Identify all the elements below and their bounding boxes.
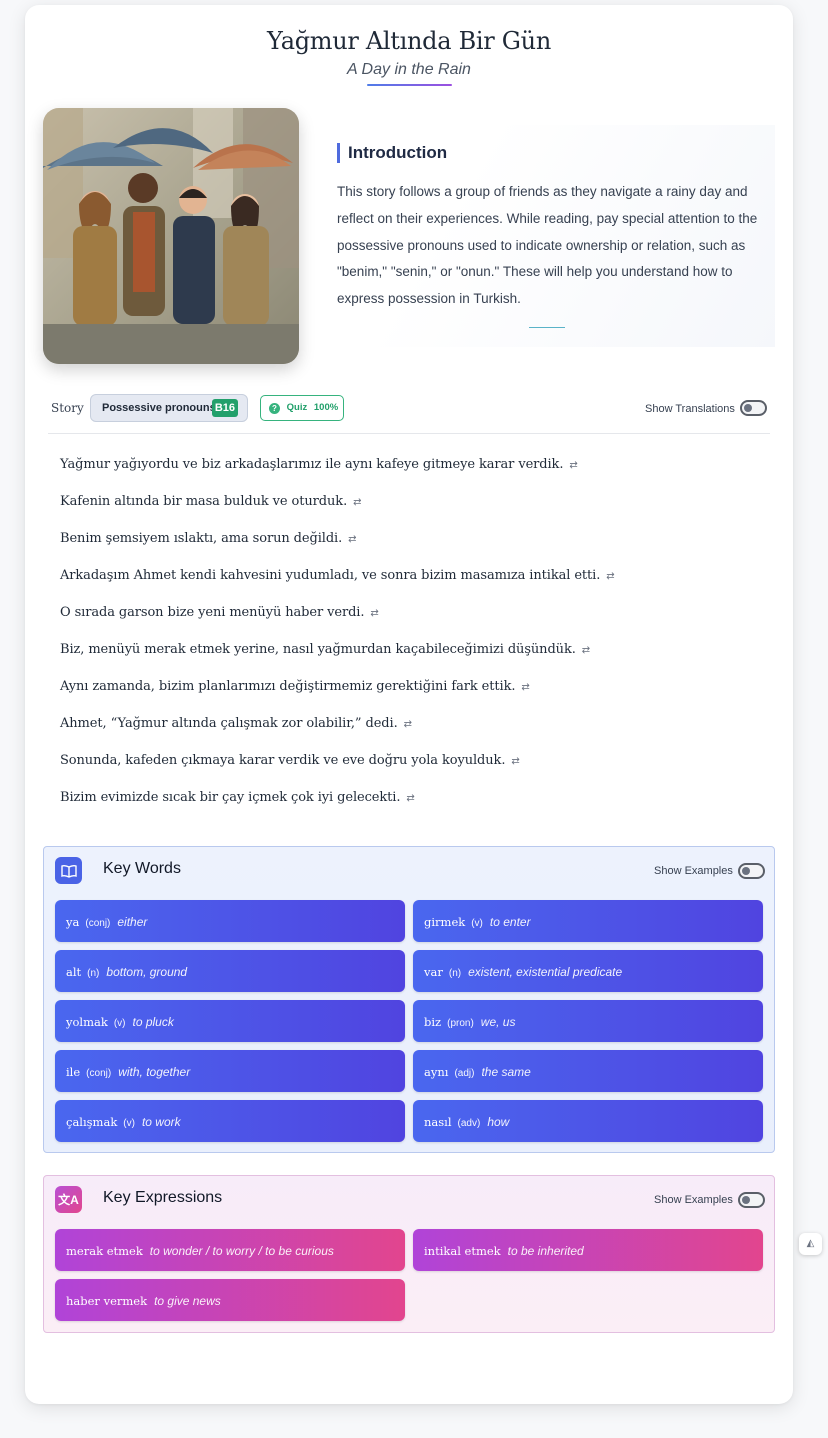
sentence[interactable]: Sonunda, kafeden çıkmaya karar verdik ve… bbox=[60, 753, 760, 790]
key-word-card[interactable]: alt (n) bottom, ground bbox=[55, 950, 405, 992]
translate-swap-icon[interactable]: ⇄ bbox=[606, 571, 614, 582]
key-word-card[interactable]: nasıl (adv) how bbox=[413, 1100, 763, 1142]
quiz-label: Quiz bbox=[286, 402, 308, 413]
quiz-score: 100% bbox=[313, 402, 339, 413]
intro-accent-line bbox=[529, 327, 565, 328]
show-translations-toggle[interactable] bbox=[740, 400, 767, 416]
translate-swap-icon[interactable]: ⇄ bbox=[404, 719, 412, 730]
translate-swap-icon[interactable]: ⇄ bbox=[521, 682, 529, 693]
intro-text: This story follows a group of friends as… bbox=[337, 184, 758, 307]
key-expression-card[interactable]: merak etmek to wonder / to worry / to be … bbox=[55, 1229, 405, 1271]
sentence[interactable]: Arkadaşım Ahmet kendi kahvesini yudumlad… bbox=[60, 568, 760, 605]
quiz-chip[interactable]: ? Quiz 100% bbox=[260, 395, 344, 421]
question-icon: ? bbox=[269, 403, 280, 414]
translate-icon: 文A bbox=[55, 1186, 82, 1213]
sentence[interactable]: Aynı zamanda, bizim planlarımızı değişti… bbox=[60, 679, 760, 716]
key-words-show-examples-label: Show Examples bbox=[654, 865, 733, 877]
story-tab-label[interactable]: Story bbox=[51, 401, 84, 415]
key-word-card[interactable]: ya (conj) either bbox=[55, 900, 405, 942]
key-words-show-examples-toggle[interactable] bbox=[738, 863, 765, 879]
key-word-card[interactable]: var (n) existent, existential predicate bbox=[413, 950, 763, 992]
key-word-card[interactable]: çalışmak (v) to work bbox=[55, 1100, 405, 1142]
key-words-panel: Key Words Show Examples ya (conj) either g… bbox=[43, 846, 775, 1153]
story-toolbar: Story Possessive pronouns B16 ? Quiz 100… bbox=[51, 394, 767, 426]
key-word-card[interactable]: ile (conj) with, together bbox=[55, 1050, 405, 1092]
intro-panel: Introduction This story follows a group … bbox=[321, 125, 775, 347]
topic-chip[interactable]: Possessive pronouns B16 bbox=[90, 394, 248, 422]
key-word-card[interactable]: yolmak (v) to pluck bbox=[55, 1000, 405, 1042]
translate-swap-icon[interactable]: ⇄ bbox=[511, 756, 519, 767]
key-expression-card[interactable]: haber vermek to give news bbox=[55, 1279, 405, 1321]
sentence[interactable]: Yağmur yağıyordu ve biz arkadaşlarımız i… bbox=[60, 457, 760, 494]
story-card: Yağmur Altında Bir Gün A Day in the Rain bbox=[25, 5, 793, 1404]
sentence[interactable]: Ahmet, “Yağmur altında çalışmak zor olab… bbox=[60, 716, 760, 753]
translate-swap-icon[interactable]: ⇄ bbox=[353, 497, 361, 508]
key-expression-card[interactable]: intikal etmek to be inherited bbox=[413, 1229, 763, 1271]
key-word-card[interactable]: biz (pron) we, us bbox=[413, 1000, 763, 1042]
intro-heading: Introduction bbox=[337, 143, 447, 163]
key-words-title: Key Words bbox=[103, 860, 181, 877]
floating-action-icon[interactable]: ◭ bbox=[799, 1233, 822, 1255]
key-expressions-show-examples-label: Show Examples bbox=[654, 1194, 733, 1206]
book-icon bbox=[55, 857, 82, 884]
sentence[interactable]: Kafenin altında bir masa bulduk ve oturd… bbox=[60, 494, 760, 531]
story-illustration bbox=[43, 108, 299, 364]
translate-swap-icon[interactable]: ⇄ bbox=[582, 645, 590, 656]
toolbar-divider bbox=[48, 433, 770, 434]
sentence[interactable]: O sırada garson bize yeni menüyü haber v… bbox=[60, 605, 760, 642]
story-title: Yağmur Altında Bir Gün bbox=[267, 27, 551, 55]
sentence[interactable]: Bizim evimizde sıcak bir çay içmek çok i… bbox=[60, 790, 760, 827]
key-word-card[interactable]: aynı (adj) the same bbox=[413, 1050, 763, 1092]
key-expressions-title: Key Expressions bbox=[103, 1189, 223, 1206]
topic-chip-label: Possessive pronouns bbox=[102, 402, 216, 414]
key-expressions-show-examples-toggle[interactable] bbox=[738, 1192, 765, 1208]
translate-swap-icon[interactable]: ⇄ bbox=[348, 534, 356, 545]
key-expressions-panel: 文A Key Expressions Show Examples merak e… bbox=[43, 1175, 775, 1333]
sentence[interactable]: Benim şemsiyem ıslaktı, ama sorun değild… bbox=[60, 531, 760, 568]
level-badge: B16 bbox=[211, 399, 238, 417]
title-divider bbox=[367, 84, 452, 86]
key-word-card[interactable]: girmek (v) to enter bbox=[413, 900, 763, 942]
sentence[interactable]: Biz, menüyü merak etmek yerine, nasıl ya… bbox=[60, 642, 760, 679]
story-sentences: Yağmur yağıyordu ve biz arkadaşlarımız i… bbox=[60, 457, 760, 827]
translate-swap-icon[interactable]: ⇄ bbox=[569, 460, 577, 471]
translate-swap-icon[interactable]: ⇄ bbox=[406, 793, 414, 804]
translate-swap-icon[interactable]: ⇄ bbox=[370, 608, 378, 619]
story-subtitle: A Day in the Rain bbox=[347, 61, 471, 78]
show-translations-label: Show Translations bbox=[645, 403, 735, 415]
